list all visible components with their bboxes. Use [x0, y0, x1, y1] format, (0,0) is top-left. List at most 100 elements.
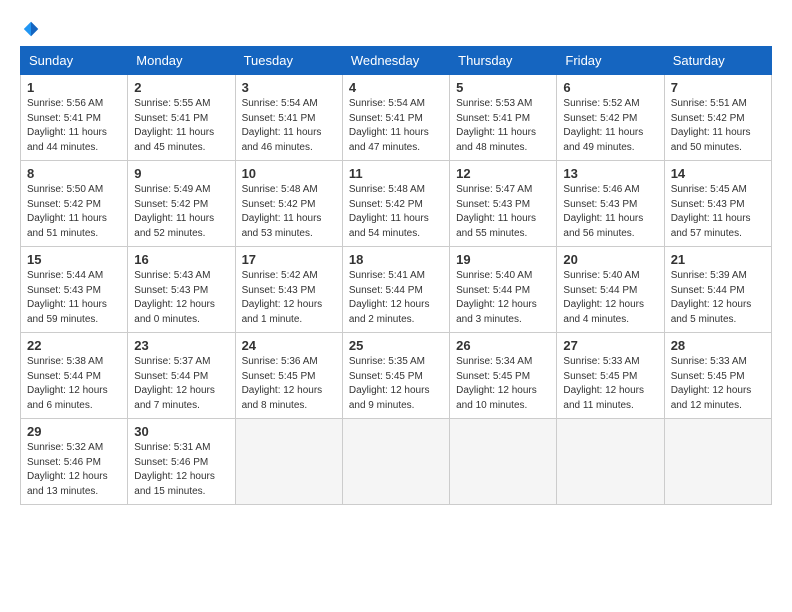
day-number: 8 [27, 166, 121, 181]
day-info: Sunrise: 5:40 AM Sunset: 5:44 PM Dayligh… [563, 269, 657, 327]
day-info: Sunrise: 5:54 AM Sunset: 5:41 PM Dayligh… [242, 97, 336, 155]
logo [20, 20, 40, 38]
calendar-cell: 23 Sunrise: 5:37 AM Sunset: 5:44 PM Dayli… [128, 333, 235, 419]
day-info: Sunrise: 5:48 AM Sunset: 5:42 PM Dayligh… [242, 183, 336, 241]
day-info: Sunrise: 5:51 AM Sunset: 5:42 PM Dayligh… [671, 97, 765, 155]
calendar-body: 1 Sunrise: 5:56 AM Sunset: 5:41 PM Daylig… [21, 75, 772, 505]
day-number: 16 [134, 252, 228, 267]
day-info: Sunrise: 5:43 AM Sunset: 5:43 PM Dayligh… [134, 269, 228, 327]
weekday-header-monday: Monday [128, 47, 235, 75]
page-header [20, 20, 772, 38]
day-number: 27 [563, 338, 657, 353]
calendar-cell [557, 419, 664, 505]
day-number: 14 [671, 166, 765, 181]
calendar-cell: 19Sunrise: 5:40 AM Sunset: 5:44 PM Dayli… [450, 247, 557, 333]
weekday-header-tuesday: Tuesday [235, 47, 342, 75]
day-info: Sunrise: 5:47 AM Sunset: 5:43 PM Dayligh… [456, 183, 550, 241]
day-info: Sunrise: 5:55 AM Sunset: 5:41 PM Dayligh… [134, 97, 228, 155]
calendar-cell: 10 Sunrise: 5:48 AM Sunset: 5:42 PM Dayli… [235, 161, 342, 247]
day-number: 12 [456, 166, 550, 181]
day-number: 5 [456, 80, 550, 95]
day-number: 11 [349, 166, 443, 181]
calendar-week-1: 1 Sunrise: 5:56 AM Sunset: 5:41 PM Daylig… [21, 75, 772, 161]
day-info: Sunrise: 5:35 AM Sunset: 5:45 PM Dayligh… [349, 355, 443, 413]
day-info: Sunrise: 5:44 AM Sunset: 5:43 PM Dayligh… [27, 269, 121, 327]
day-number: 9 [134, 166, 228, 181]
calendar-cell: 30 Sunrise: 5:31 AM Sunset: 5:46 PM Dayli… [128, 419, 235, 505]
day-number: 6 [563, 80, 657, 95]
day-number: 10 [242, 166, 336, 181]
day-number: 7 [671, 80, 765, 95]
day-info: Sunrise: 5:32 AM Sunset: 5:46 PM Dayligh… [27, 441, 121, 499]
calendar-cell: 18 Sunrise: 5:41 AM Sunset: 5:44 PM Dayli… [342, 247, 449, 333]
calendar-cell [235, 419, 342, 505]
day-number: 13 [563, 166, 657, 181]
calendar-cell: 25 Sunrise: 5:35 AM Sunset: 5:45 PM Dayli… [342, 333, 449, 419]
calendar-cell: 21Sunrise: 5:39 AM Sunset: 5:44 PM Dayli… [664, 247, 771, 333]
day-info: Sunrise: 5:31 AM Sunset: 5:46 PM Dayligh… [134, 441, 228, 499]
calendar-cell: 14 Sunrise: 5:45 AM Sunset: 5:43 PM Dayli… [664, 161, 771, 247]
weekday-header-wednesday: Wednesday [342, 47, 449, 75]
calendar-cell: 20 Sunrise: 5:40 AM Sunset: 5:44 PM Dayli… [557, 247, 664, 333]
calendar-cell: 15 Sunrise: 5:44 AM Sunset: 5:43 PM Dayli… [21, 247, 128, 333]
day-number: 30 [134, 424, 228, 439]
day-info: Sunrise: 5:52 AM Sunset: 5:42 PM Dayligh… [563, 97, 657, 155]
calendar-cell: 16 Sunrise: 5:43 AM Sunset: 5:43 PM Dayli… [128, 247, 235, 333]
calendar-cell: 1 Sunrise: 5:56 AM Sunset: 5:41 PM Daylig… [21, 75, 128, 161]
day-info: Sunrise: 5:46 AM Sunset: 5:43 PM Dayligh… [563, 183, 657, 241]
day-info: Sunrise: 5:48 AM Sunset: 5:42 PM Dayligh… [349, 183, 443, 241]
weekday-header-friday: Friday [557, 47, 664, 75]
day-info: Sunrise: 5:56 AM Sunset: 5:41 PM Dayligh… [27, 97, 121, 155]
calendar-cell: 28 Sunrise: 5:33 AM Sunset: 5:45 PM Dayli… [664, 333, 771, 419]
day-number: 15 [27, 252, 121, 267]
calendar-week-4: 22Sunrise: 5:38 AM Sunset: 5:44 PM Dayli… [21, 333, 772, 419]
day-info: Sunrise: 5:37 AM Sunset: 5:44 PM Dayligh… [134, 355, 228, 413]
calendar-week-2: 8 Sunrise: 5:50 AM Sunset: 5:42 PM Daylig… [21, 161, 772, 247]
day-info: Sunrise: 5:33 AM Sunset: 5:45 PM Dayligh… [671, 355, 765, 413]
day-info: Sunrise: 5:50 AM Sunset: 5:42 PM Dayligh… [27, 183, 121, 241]
calendar-cell: 24 Sunrise: 5:36 AM Sunset: 5:45 PM Dayli… [235, 333, 342, 419]
calendar-header-row: SundayMondayTuesdayWednesdayThursdayFrid… [21, 47, 772, 75]
calendar-cell: 3 Sunrise: 5:54 AM Sunset: 5:41 PM Daylig… [235, 75, 342, 161]
calendar-week-5: 29 Sunrise: 5:32 AM Sunset: 5:46 PM Dayli… [21, 419, 772, 505]
calendar-cell [450, 419, 557, 505]
calendar-cell: 11 Sunrise: 5:48 AM Sunset: 5:42 PM Dayli… [342, 161, 449, 247]
calendar-week-3: 15 Sunrise: 5:44 AM Sunset: 5:43 PM Dayli… [21, 247, 772, 333]
day-info: Sunrise: 5:45 AM Sunset: 5:43 PM Dayligh… [671, 183, 765, 241]
day-number: 24 [242, 338, 336, 353]
day-number: 20 [563, 252, 657, 267]
weekday-header-saturday: Saturday [664, 47, 771, 75]
day-number: 28 [671, 338, 765, 353]
day-info: Sunrise: 5:54 AM Sunset: 5:41 PM Dayligh… [349, 97, 443, 155]
calendar-cell: 6 Sunrise: 5:52 AM Sunset: 5:42 PM Daylig… [557, 75, 664, 161]
day-number: 2 [134, 80, 228, 95]
calendar-cell: 29 Sunrise: 5:32 AM Sunset: 5:46 PM Dayli… [21, 419, 128, 505]
calendar-cell: 9 Sunrise: 5:49 AM Sunset: 5:42 PM Daylig… [128, 161, 235, 247]
day-info: Sunrise: 5:36 AM Sunset: 5:45 PM Dayligh… [242, 355, 336, 413]
day-info: Sunrise: 5:33 AM Sunset: 5:45 PM Dayligh… [563, 355, 657, 413]
calendar-cell: 4Sunrise: 5:54 AM Sunset: 5:41 PM Daylig… [342, 75, 449, 161]
day-number: 21 [671, 252, 765, 267]
calendar-cell: 2 Sunrise: 5:55 AM Sunset: 5:41 PM Daylig… [128, 75, 235, 161]
calendar-table: SundayMondayTuesdayWednesdayThursdayFrid… [20, 46, 772, 505]
calendar-cell [342, 419, 449, 505]
day-number: 23 [134, 338, 228, 353]
day-number: 25 [349, 338, 443, 353]
day-info: Sunrise: 5:49 AM Sunset: 5:42 PM Dayligh… [134, 183, 228, 241]
day-info: Sunrise: 5:41 AM Sunset: 5:44 PM Dayligh… [349, 269, 443, 327]
calendar-cell: 7 Sunrise: 5:51 AM Sunset: 5:42 PM Daylig… [664, 75, 771, 161]
calendar-cell: 12 Sunrise: 5:47 AM Sunset: 5:43 PM Dayli… [450, 161, 557, 247]
day-number: 17 [242, 252, 336, 267]
day-info: Sunrise: 5:42 AM Sunset: 5:43 PM Dayligh… [242, 269, 336, 327]
calendar-cell [664, 419, 771, 505]
day-number: 22 [27, 338, 121, 353]
day-info: Sunrise: 5:53 AM Sunset: 5:41 PM Dayligh… [456, 97, 550, 155]
weekday-header-thursday: Thursday [450, 47, 557, 75]
day-number: 1 [27, 80, 121, 95]
calendar-cell: 22Sunrise: 5:38 AM Sunset: 5:44 PM Dayli… [21, 333, 128, 419]
day-number: 3 [242, 80, 336, 95]
calendar-cell: 5 Sunrise: 5:53 AM Sunset: 5:41 PM Daylig… [450, 75, 557, 161]
day-number: 18 [349, 252, 443, 267]
day-info: Sunrise: 5:40 AM Sunset: 5:44 PM Dayligh… [456, 269, 550, 327]
day-number: 29 [27, 424, 121, 439]
